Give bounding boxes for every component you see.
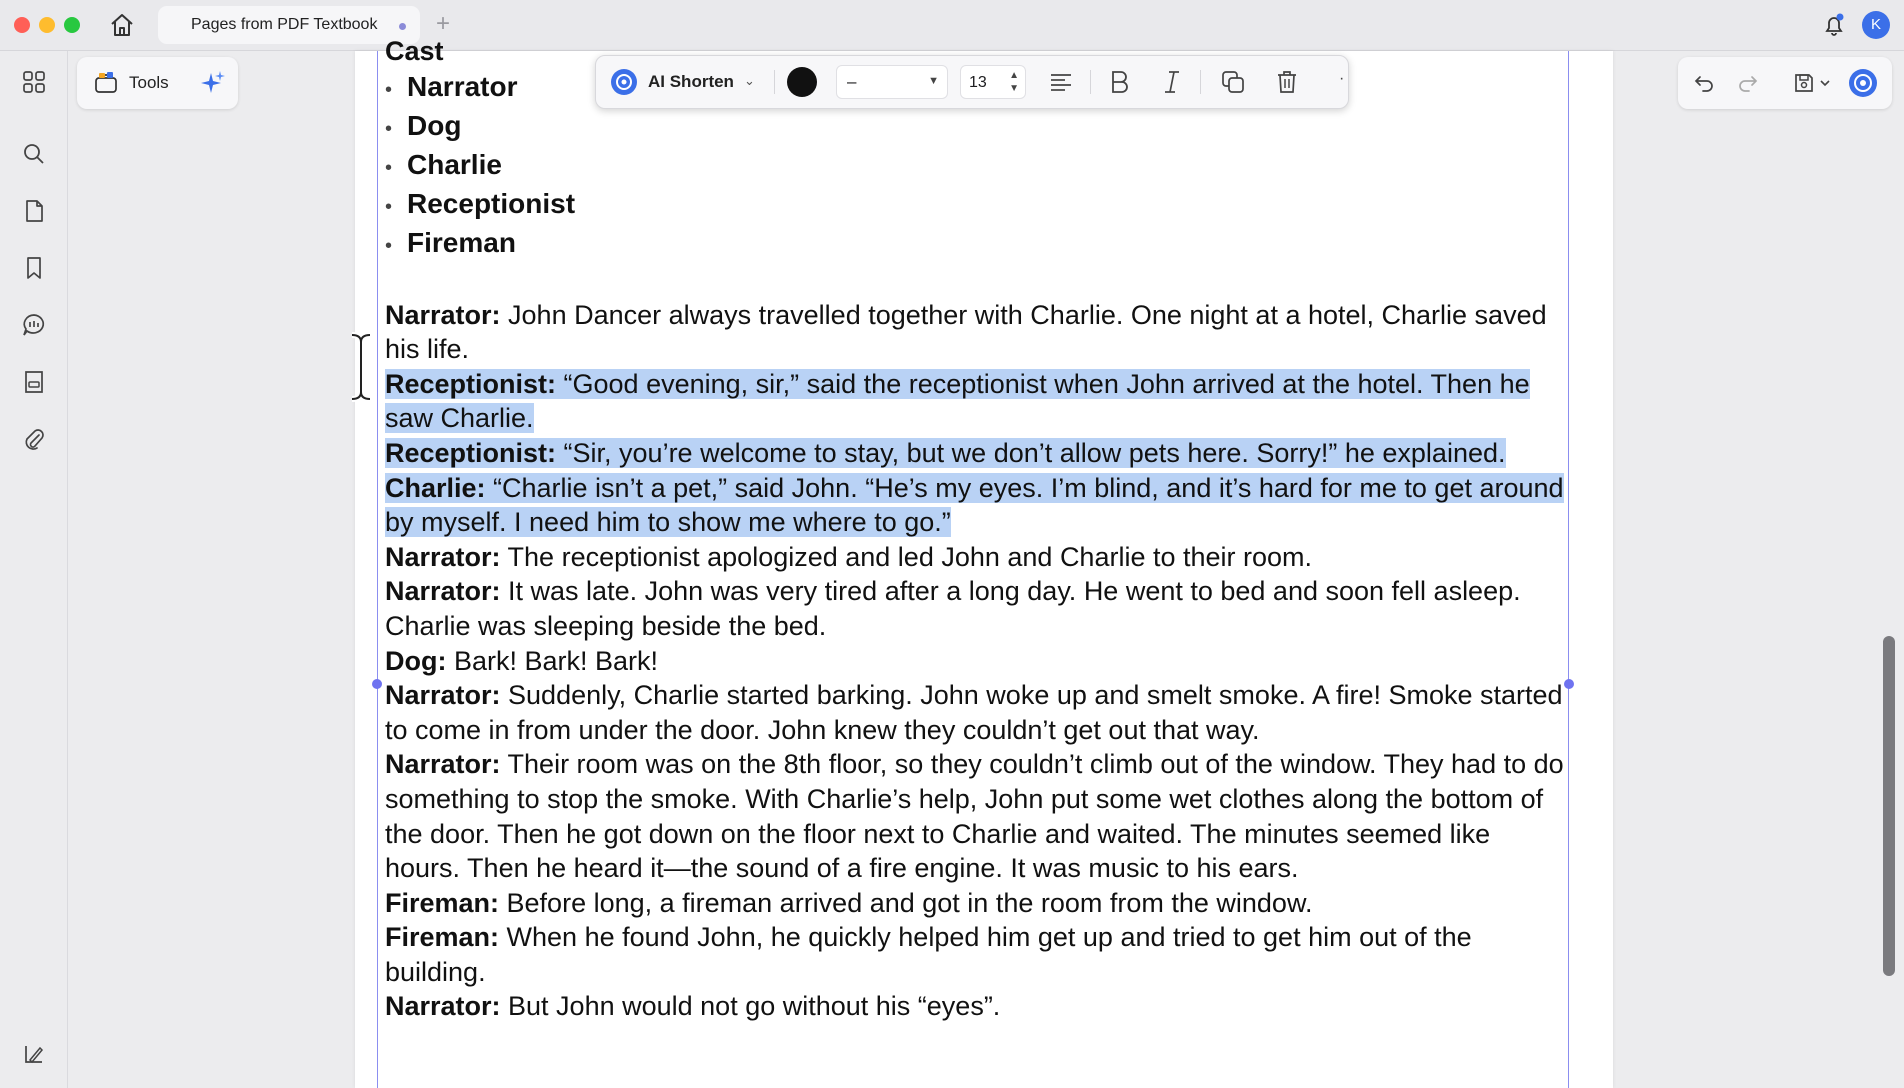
speaker-label: Narrator: (385, 541, 501, 572)
zoom-window-button[interactable] (64, 17, 80, 33)
dialogue-line: Narrator: Their room was on the 8th floo… (385, 747, 1565, 885)
text-color-swatch[interactable] (787, 67, 817, 97)
dialogue-line: Receptionist: “Good evening, sir,” said … (385, 367, 1565, 436)
line-text: Suddenly, Charlie started barking. John … (385, 680, 1563, 745)
tools-label: Tools (129, 73, 169, 92)
right-toolbar (1678, 57, 1892, 109)
text-cursor-icon (351, 332, 371, 402)
speaker-label: Narrator: (385, 680, 501, 711)
unsaved-indicator (399, 23, 406, 30)
save-icon[interactable] (1792, 71, 1816, 95)
chevron-down-icon[interactable] (1818, 71, 1832, 95)
line-text: John Dancer always travelled together wi… (385, 299, 1547, 365)
speaker-label: Narrator: (385, 749, 501, 780)
form-fields-icon[interactable] (21, 369, 47, 395)
line-text: “Sir, you’re welcome to stay, but we don… (556, 437, 1506, 468)
pages-icon[interactable] (21, 198, 47, 224)
comments-icon[interactable] (21, 312, 47, 338)
ai-assistant-icon[interactable] (1848, 68, 1878, 98)
dialogue-line: Dog: Bark! Bark! Bark! (385, 644, 1565, 679)
home-icon[interactable] (108, 12, 136, 38)
line-text: “Charlie isn’t a pet,” said John. “He’s … (385, 472, 1564, 538)
line-text: The receptionist apologized and led John… (500, 541, 1313, 572)
ai-sparkle-icon[interactable] (199, 69, 227, 97)
speaker-label: Fireman: (385, 922, 500, 953)
delete-icon[interactable] (1274, 69, 1300, 95)
speaker-label: Dog: (385, 645, 447, 676)
list-item: • Dog (385, 109, 462, 141)
dialogue-line: Narrator: Suddenly, Charlie started bark… (385, 678, 1565, 747)
line-text: Their room was on the 8th floor, so they… (385, 749, 1564, 884)
thumbnails-grid-icon[interactable] (21, 69, 47, 95)
line-text: When he found John, he quickly helped hi… (385, 922, 1472, 987)
line-text: Before long, a fireman arrived and got i… (499, 887, 1313, 918)
tab-document[interactable]: Pages from PDF Textbook (158, 6, 420, 44)
dialogue: Narrator: John Dancer always travelled t… (385, 298, 1565, 1024)
attachment-icon[interactable] (21, 426, 47, 452)
italic-icon[interactable] (1159, 69, 1185, 95)
speaker-label: Receptionist: (385, 368, 557, 399)
dialogue-line: Receptionist: “Sir, you’re welcome to st… (385, 436, 1565, 471)
list-item: • Charlie (385, 148, 502, 180)
dialogue-line: Fireman: When he found John, he quickly … (385, 920, 1565, 989)
left-sidebar (0, 51, 68, 1088)
speaker-label: Narrator: (385, 576, 501, 607)
dialogue-line: Narrator: John Dancer always travelled t… (385, 298, 1565, 367)
line-text: Bark! Bark! Bark! (446, 645, 659, 676)
search-icon[interactable] (21, 141, 47, 167)
document-text[interactable]: Cast • Narrator • Dog • Charlie • Receptioni… (385, 34, 1565, 1024)
tab-title: Pages from PDF Textbook (191, 16, 378, 33)
text-edit-toolbar: AI Shorten ⌄ – ▼ 13 ▲ ▼ · (595, 55, 1349, 109)
speaker-label: Narrator: (385, 991, 501, 1022)
undo-icon[interactable] (1692, 71, 1716, 95)
list-item: • Fireman (385, 226, 516, 258)
dialogue-line: Fireman: Before long, a fireman arrived … (385, 886, 1565, 921)
avatar[interactable]: K (1862, 11, 1890, 39)
tools-button[interactable]: Tools (77, 57, 238, 109)
dialogue-line: Narrator: It was late. John was very tir… (385, 574, 1565, 643)
resize-handle-right[interactable] (1564, 679, 1574, 689)
toolbox-icon (95, 72, 117, 93)
minimize-window-button[interactable] (39, 17, 55, 33)
duplicate-icon[interactable] (1220, 69, 1246, 95)
ai-icon[interactable] (610, 68, 638, 96)
align-icon[interactable] (1048, 69, 1074, 95)
line-text: “Good evening, sir,” said the receptioni… (385, 368, 1530, 434)
speaker-label: Receptionist: (385, 437, 557, 468)
resize-handle-left[interactable] (372, 679, 382, 689)
line-text: But John would not go without his “eyes”… (500, 991, 1001, 1022)
sidebar-toggle-icon[interactable] (21, 1041, 47, 1067)
font-size-stepper[interactable]: 13 ▲ ▼ (960, 65, 1026, 99)
font-family-select[interactable]: – ▼ (836, 65, 948, 99)
scrollbar-thumb[interactable] (1883, 636, 1895, 976)
close-window-button[interactable] (14, 17, 30, 33)
list-item: • Receptionist (385, 187, 576, 219)
line-text: It was late. John was very tired after a… (385, 576, 1521, 641)
dropdown-arrow-icon: ▼ (928, 75, 939, 87)
dialogue-line: Narrator: The receptionist apologized an… (385, 540, 1565, 575)
chevron-down-icon[interactable]: ⌄ (744, 73, 755, 89)
speaker-label: Charlie: (385, 472, 486, 503)
bell-icon[interactable] (1822, 12, 1846, 38)
speaker-label: Narrator: (385, 299, 501, 330)
stepper-arrows-icon[interactable]: ▲ ▼ (1009, 69, 1019, 95)
redo-icon[interactable] (1736, 71, 1760, 95)
dialogue-line: Charlie: “Charlie isn’t a pet,” said Joh… (385, 471, 1565, 540)
more-options-icon[interactable]: · (1339, 70, 1344, 88)
bold-icon[interactable] (1106, 69, 1132, 95)
ai-shorten-button[interactable]: AI Shorten (648, 72, 734, 92)
dialogue-line: Narrator: But John would not go without … (385, 989, 1565, 1024)
bookmark-icon[interactable] (21, 255, 47, 281)
speaker-label: Fireman: (385, 887, 500, 918)
